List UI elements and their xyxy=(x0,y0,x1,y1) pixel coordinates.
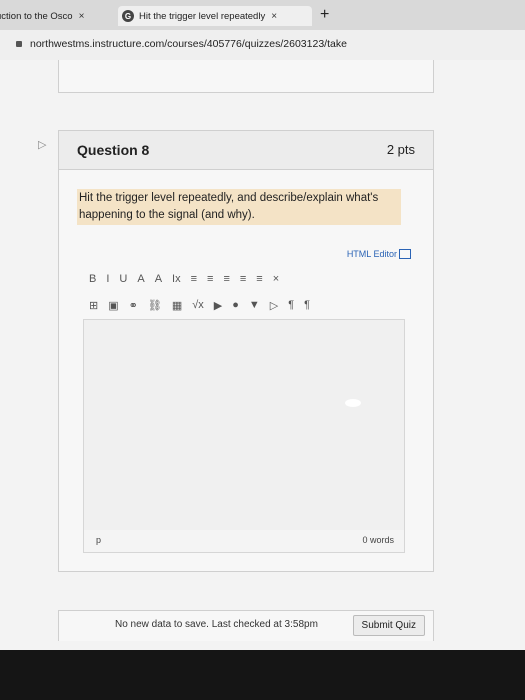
question-title: Question 8 xyxy=(77,142,150,158)
page-content: ▷ Question 8 2 pts Hit the trigger level… xyxy=(0,60,525,650)
insert-button-8[interactable]: ▼ xyxy=(249,299,260,311)
format-button-2[interactable]: U xyxy=(119,273,127,285)
insert-button-6[interactable]: ▶ xyxy=(214,299,222,312)
insert-button-5[interactable]: √x xyxy=(192,299,204,311)
question-points: 2 pts xyxy=(386,142,415,157)
format-button-8[interactable]: ≡ xyxy=(223,273,229,285)
tab-label: uction to the Osco xyxy=(0,10,73,22)
insert-button-0[interactable]: ⊞ xyxy=(89,299,98,312)
tab-label: Hit the trigger level repeatedly xyxy=(139,10,266,22)
format-button-7[interactable]: ≡ xyxy=(207,273,213,285)
insert-button-9[interactable]: ▷ xyxy=(270,299,278,312)
insert-button-11[interactable]: ¶ xyxy=(304,299,310,311)
browser-tabbar: uction to the Osco × G Hit the trigger l… xyxy=(0,0,525,30)
flag-icon[interactable]: ▷ xyxy=(38,138,46,151)
format-button-1[interactable]: I xyxy=(106,273,109,285)
insert-button-10[interactable]: ¶ xyxy=(288,299,294,311)
element-path: p xyxy=(96,535,102,545)
insert-button-1[interactable]: ▣ xyxy=(108,299,118,312)
insert-button-3[interactable]: ⛓ xyxy=(148,299,162,312)
address-bar[interactable]: northwestms.instructure.com/courses/4057… xyxy=(0,30,525,60)
tab-close-icon[interactable]: × xyxy=(79,11,85,22)
question-prompt: Hit the trigger level repeatedly, and de… xyxy=(77,189,401,225)
insert-button-7[interactable]: ● xyxy=(232,299,239,311)
editor-toolbar: B I U A A Ix ≡ ≡ ≡ ≡ ≡ × ⊞ ▣ ⚭ ⛓ ▦ √x ▶ ● ▼ ▷ ¶ ¶ xyxy=(89,269,419,315)
submit-quiz-button[interactable]: Submit Quiz xyxy=(352,615,425,636)
format-button-3[interactable]: A xyxy=(137,273,144,285)
word-count: 0 words xyxy=(362,535,394,545)
tab-question[interactable]: G Hit the trigger level repeatedly × xyxy=(118,6,312,26)
format-button-4[interactable]: A xyxy=(155,273,162,285)
format-button-6[interactable]: ≡ xyxy=(191,273,197,285)
question-card: Question 8 2 pts Hit the trigger level r… xyxy=(58,130,434,572)
editor-statusbar: p 0 words xyxy=(83,530,405,553)
quiz-footer: No new data to save. Last checked at 3:5… xyxy=(58,580,434,641)
lock-icon xyxy=(16,41,22,47)
tab-osc[interactable]: uction to the Osco × xyxy=(0,6,114,26)
tab-close-icon[interactable]: × xyxy=(271,11,277,22)
keyboard-icon xyxy=(399,249,411,259)
url-text[interactable]: northwestms.instructure.com/courses/4057… xyxy=(30,38,347,50)
footer-box: No new data to save. Last checked at 3:5… xyxy=(58,610,434,641)
screen-glare xyxy=(345,399,361,407)
format-button-11[interactable]: × xyxy=(273,273,279,285)
html-editor-link[interactable]: HTML Editor xyxy=(347,249,411,259)
insert-button-2[interactable]: ⚭ xyxy=(129,299,138,312)
insert-button-4[interactable]: ▦ xyxy=(172,299,182,312)
format-button-0[interactable]: B xyxy=(89,273,96,285)
format-button-9[interactable]: ≡ xyxy=(240,273,246,285)
new-tab-button[interactable]: + xyxy=(320,6,329,24)
rich-text-editor[interactable] xyxy=(83,319,405,531)
format-button-10[interactable]: ≡ xyxy=(256,273,262,285)
google-icon: G xyxy=(122,10,134,22)
save-status: No new data to save. Last checked at 3:5… xyxy=(115,619,318,630)
format-button-5[interactable]: Ix xyxy=(172,273,181,285)
previous-question-box xyxy=(58,60,434,93)
bottom-bezel xyxy=(0,650,525,700)
question-header: Question 8 2 pts xyxy=(59,131,433,170)
